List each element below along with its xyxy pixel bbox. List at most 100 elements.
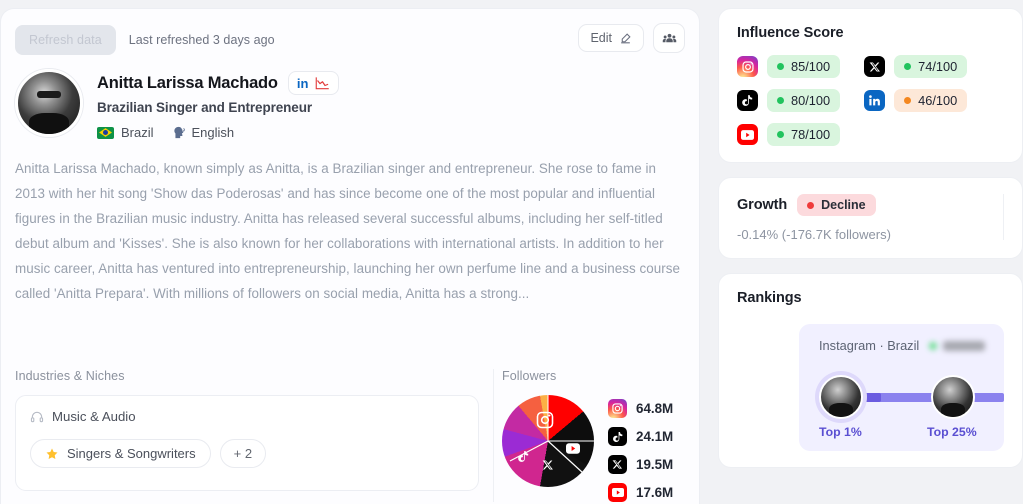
youtube-icon bbox=[737, 124, 758, 145]
profile-bio: Anitta Larissa Machado, known simply as … bbox=[15, 161, 680, 301]
score-row-linkedin: 46/100 bbox=[864, 89, 968, 112]
niche-more-chip[interactable]: + 2 bbox=[219, 439, 267, 468]
profile-header: Anitta Larissa Machado in Brazilian Sing… bbox=[1, 55, 699, 140]
list-item: 17.6M bbox=[608, 483, 673, 502]
industry-category-row: Music & Audio bbox=[30, 409, 464, 424]
growth-status-badge: Decline bbox=[797, 194, 876, 216]
tiktok-icon bbox=[608, 427, 627, 446]
status-dot-icon bbox=[777, 131, 784, 138]
instagram-icon bbox=[737, 56, 758, 77]
niche-chip[interactable]: Singers & Songwriters bbox=[30, 439, 211, 468]
avatar bbox=[931, 375, 975, 419]
status-badge: 78/100 bbox=[767, 123, 841, 146]
ranking-context-label: Instagram · Brazil bbox=[819, 338, 920, 353]
youtube-glyph bbox=[566, 443, 581, 454]
x-twitter-icon bbox=[864, 56, 886, 77]
followers-section: Followers 64.8M 24.1M 19.5M 17.6M bbox=[493, 369, 699, 502]
list-item: 19.5M bbox=[608, 455, 673, 474]
audience-button[interactable] bbox=[653, 23, 685, 53]
edit-button-label: Edit bbox=[590, 31, 612, 45]
ranking-node-avatar[interactable] bbox=[931, 375, 975, 419]
avatar bbox=[819, 375, 863, 419]
status-dot-icon bbox=[904, 97, 912, 104]
brazil-flag-icon bbox=[97, 126, 114, 139]
score-value: 80/100 bbox=[791, 93, 831, 108]
profile-toolbar: Refresh data Last refreshed 3 days ago E… bbox=[1, 9, 699, 55]
growth-title: Growth bbox=[737, 197, 788, 213]
growth-divider bbox=[1003, 194, 1004, 240]
country-meta: Brazil bbox=[97, 125, 154, 140]
profile-subtitle: Brazilian Singer and Entrepreneur bbox=[97, 100, 313, 115]
profile-bottom-sections: Industries & Niches Music & Audio Singer… bbox=[1, 369, 699, 502]
status-badge: 85/100 bbox=[767, 55, 841, 78]
score-row-youtube: 78/100 bbox=[737, 123, 841, 146]
avatar bbox=[15, 69, 83, 137]
growth-badge-label: Decline bbox=[821, 198, 866, 212]
follower-count: 24.1M bbox=[636, 429, 674, 444]
x-twitter-icon bbox=[608, 455, 627, 474]
growth-value: -0.14% (-176.7K followers) bbox=[737, 227, 891, 242]
youtube-icon bbox=[566, 441, 581, 459]
tiktok-icon bbox=[737, 90, 758, 111]
score-row-tiktok: 80/100 bbox=[737, 89, 841, 112]
insights-column: Influence Score 85/100 74/100 80/100 46/… bbox=[718, 8, 1023, 468]
rankings-body: Instagram · Brazil Top 1% Top 25% bbox=[737, 324, 1004, 451]
linkedin-icon[interactable]: in bbox=[297, 77, 309, 90]
ranking-node-label: Top 25% bbox=[927, 425, 977, 439]
people-group-icon bbox=[662, 33, 676, 42]
industries-box: Music & Audio Singers & Songwriters + 2 bbox=[15, 395, 479, 491]
score-value: 85/100 bbox=[791, 59, 831, 74]
refresh-data-button[interactable]: Refresh data bbox=[15, 25, 116, 55]
ranking-context-row: Instagram · Brazil bbox=[819, 338, 1004, 353]
ranking-track: Top 1% Top 25% Top bbox=[815, 371, 1004, 439]
influence-score-card: Influence Score 85/100 74/100 80/100 46/… bbox=[718, 8, 1023, 163]
follower-count: 64.8M bbox=[636, 401, 674, 416]
score-value: 78/100 bbox=[791, 127, 831, 142]
social-badge-group[interactable]: in bbox=[287, 71, 340, 95]
x-twitter-icon bbox=[542, 458, 554, 476]
profile-card: Refresh data Last refreshed 3 days ago E… bbox=[0, 8, 700, 504]
score-row-instagram: 85/100 bbox=[737, 55, 841, 78]
ranking-node-avatar[interactable] bbox=[815, 371, 867, 423]
toolbar-actions: Edit bbox=[578, 23, 685, 53]
status-dot-icon bbox=[777, 63, 784, 70]
influence-score-title: Influence Score bbox=[737, 25, 844, 41]
status-badge: 74/100 bbox=[894, 55, 968, 78]
speaking-head-icon bbox=[173, 126, 185, 139]
niche-chips: Singers & Songwriters + 2 bbox=[30, 439, 464, 468]
language-label: English bbox=[191, 125, 235, 140]
ranking-hidden-badge bbox=[929, 340, 986, 351]
status-badge: 46/100 bbox=[894, 89, 968, 112]
industries-label: Industries & Niches bbox=[15, 369, 125, 383]
industries-section: Industries & Niches Music & Audio Singer… bbox=[1, 369, 493, 502]
growth-header: Growth Decline bbox=[737, 194, 1004, 216]
profile-info: Anitta Larissa Machado in Brazilian Sing… bbox=[97, 69, 340, 140]
blurred-value bbox=[943, 340, 986, 351]
linkedin-icon bbox=[864, 90, 886, 111]
last-refreshed-text: Last refreshed 3 days ago bbox=[128, 33, 275, 47]
status-badge: 80/100 bbox=[767, 89, 841, 112]
score-row-x: 74/100 bbox=[864, 55, 968, 78]
status-dot-icon bbox=[929, 341, 938, 350]
status-dot-icon bbox=[807, 201, 815, 209]
tiktok-icon bbox=[517, 450, 530, 468]
instagram-icon bbox=[535, 410, 555, 435]
profile-name-row: Anitta Larissa Machado in bbox=[97, 71, 340, 95]
ranking-panel: Instagram · Brazil Top 1% Top 25% bbox=[799, 324, 1004, 451]
country-label: Brazil bbox=[121, 125, 154, 140]
declining-chart-icon[interactable] bbox=[315, 76, 330, 90]
score-value: 46/100 bbox=[918, 93, 958, 108]
list-item: 64.8M bbox=[608, 399, 673, 418]
status-dot-icon bbox=[904, 63, 912, 70]
rankings-card: Rankings Instagram · Brazil Top 1% Top 2… bbox=[718, 273, 1023, 468]
followers-label: Followers bbox=[502, 369, 557, 383]
youtube-icon bbox=[608, 483, 627, 502]
followers-legend: 64.8M 24.1M 19.5M 17.6M bbox=[608, 395, 673, 502]
rankings-title: Rankings bbox=[737, 290, 802, 306]
language-meta: English bbox=[170, 125, 235, 140]
influence-score-grid: 85/100 74/100 80/100 46/100 78/100 bbox=[737, 55, 1004, 146]
status-dot-icon bbox=[777, 97, 784, 104]
star-icon bbox=[46, 448, 58, 459]
edit-button[interactable]: Edit bbox=[578, 24, 644, 52]
instagram-icon bbox=[608, 399, 627, 418]
